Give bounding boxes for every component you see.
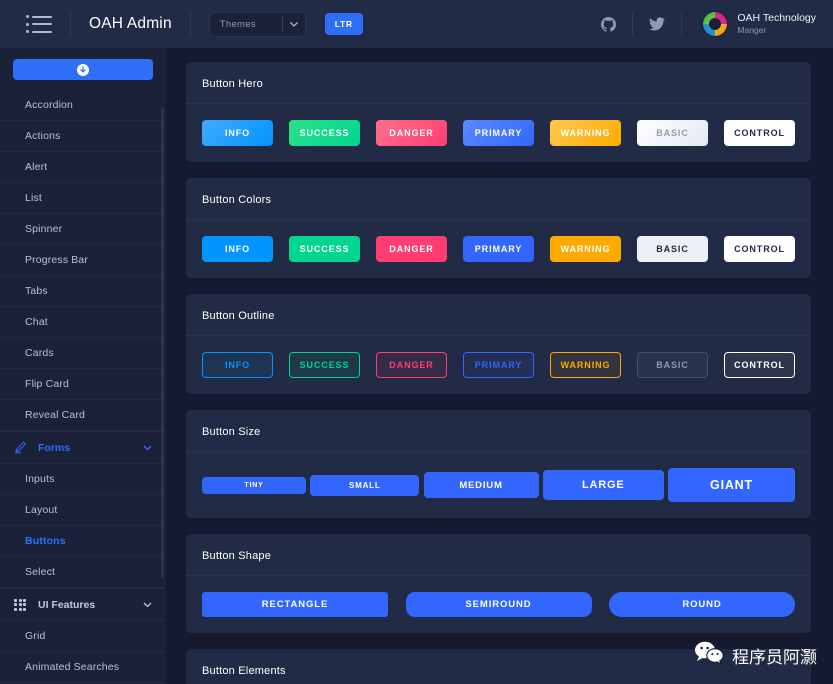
color-basic-button[interactable]: BASIC — [637, 236, 708, 262]
sidebar-item-list[interactable]: List — [0, 183, 166, 214]
color-info-button[interactable]: INFO — [202, 236, 273, 262]
sidebar-group-ui-features[interactable]: UI Features — [0, 588, 166, 621]
card-button-colors: Button Colors INFO SUCCESS DANGER PRIMAR… — [186, 178, 811, 278]
sidebar-item-alert[interactable]: Alert — [0, 152, 166, 183]
size-giant-button[interactable]: GIANT — [668, 468, 795, 502]
outline-control-button[interactable]: CONTROL — [724, 352, 795, 378]
sidebar: Accordion Actions Alert List Spinner Pro… — [0, 48, 166, 684]
avatar[interactable] — [702, 11, 729, 37]
hero-control-button[interactable]: CONTROL — [724, 120, 795, 146]
size-tiny-button[interactable]: TINY — [202, 476, 306, 494]
sidebar-group-label: UI Features — [38, 598, 96, 611]
sidebar-item-flip-card[interactable]: Flip Card — [0, 369, 166, 400]
download-button[interactable] — [13, 59, 153, 80]
hero-success-button[interactable]: SUCCESS — [289, 120, 360, 146]
sidebar-menu: Accordion Actions Alert List Spinner Pro… — [0, 90, 166, 683]
size-small-button[interactable]: SMALL — [310, 474, 420, 496]
sidebar-item-tabs[interactable]: Tabs — [0, 276, 166, 307]
card-body: INFO SUCCESS DANGER PRIMARY WARNING BASI… — [186, 220, 811, 278]
user-name: OAH Technology — [737, 12, 816, 25]
card-title: Button Shape — [186, 534, 811, 576]
outline-danger-button[interactable]: DANGER — [376, 352, 447, 378]
outline-info-button[interactable]: INFO — [202, 352, 273, 378]
download-arrow-icon — [77, 63, 89, 76]
pencil-icon — [14, 441, 34, 454]
card-button-outline: Button Outline INFO SUCCESS DANGER PRIMA… — [186, 294, 811, 394]
sidebar-item-spinner[interactable]: Spinner — [0, 214, 166, 245]
user-info[interactable]: OAH Technology Manger — [737, 12, 816, 35]
color-danger-button[interactable]: DANGER — [376, 236, 447, 262]
outline-warning-button[interactable]: WARNING — [550, 352, 621, 378]
card-body: INFO SUCCESS DANGER PRIMARY WARNING BASI… — [186, 336, 811, 394]
sidebar-scrollbar[interactable] — [161, 108, 164, 578]
card-title: Button Elements — [186, 649, 811, 684]
user-role: Manger — [737, 25, 767, 36]
sidebar-item-inputs[interactable]: Inputs — [0, 464, 166, 495]
size-medium-button[interactable]: MEDIUM — [423, 472, 539, 498]
size-large-button[interactable]: LARGE — [542, 470, 664, 500]
shape-rectangle-button[interactable]: RECTANGLE — [202, 592, 388, 617]
header-left: OAH Admin Themes LTR — [0, 0, 363, 48]
card-button-elements: Button Elements — [186, 649, 811, 684]
shape-semiround-button[interactable]: SEMIROUND — [405, 592, 592, 617]
hamburger-icon[interactable] — [26, 15, 52, 33]
outline-success-button[interactable]: SUCCESS — [289, 352, 360, 378]
hero-info-button[interactable]: INFO — [202, 120, 273, 146]
dots-grid-icon — [14, 598, 34, 611]
sidebar-item-accordion[interactable]: Accordion — [0, 90, 166, 121]
color-warning-button[interactable]: WARNING — [550, 236, 621, 262]
sidebar-group-forms[interactable]: Forms — [0, 431, 166, 464]
header-right: OAH Technology Manger — [593, 0, 833, 48]
main-content: Button Hero INFO SUCCESS DANGER PRIMARY … — [166, 48, 833, 684]
twitter-icon[interactable] — [642, 17, 672, 31]
card-body: RECTANGLE SEMIROUND ROUND — [186, 576, 811, 633]
chevron-down-icon — [143, 443, 152, 453]
shape-round-button[interactable]: ROUND — [609, 592, 795, 617]
chevron-down-icon — [283, 20, 305, 29]
card-body: INFO SUCCESS DANGER PRIMARY WARNING BASI… — [186, 104, 811, 162]
sidebar-item-animated-searches[interactable]: Animated Searches — [0, 652, 166, 683]
hero-warning-button[interactable]: WARNING — [550, 120, 621, 146]
card-button-hero: Button Hero INFO SUCCESS DANGER PRIMARY … — [186, 62, 811, 162]
sidebar-item-chat[interactable]: Chat — [0, 307, 166, 338]
color-primary-button[interactable]: PRIMARY — [463, 236, 534, 262]
direction-toggle-button[interactable]: LTR — [324, 13, 363, 35]
header-divider — [632, 13, 634, 35]
outline-primary-button[interactable]: PRIMARY — [463, 352, 534, 378]
card-title: Button Hero — [186, 62, 811, 104]
themes-select-value: Themes — [219, 18, 256, 30]
header-divider — [681, 13, 683, 35]
header-divider — [189, 11, 191, 37]
app-header: OAH Admin Themes LTR OAH Technology Mang… — [0, 0, 833, 48]
outline-basic-button[interactable]: BASIC — [637, 352, 708, 378]
sidebar-item-select[interactable]: Select — [0, 557, 166, 588]
card-title: Button Size — [186, 410, 811, 452]
sidebar-item-layout[interactable]: Layout — [0, 495, 166, 526]
hero-basic-button[interactable]: BASIC — [637, 120, 708, 146]
card-button-shape: Button Shape RECTANGLE SEMIROUND ROUND — [186, 534, 811, 633]
sidebar-item-buttons[interactable]: Buttons — [0, 526, 166, 557]
card-title: Button Colors — [186, 178, 811, 220]
card-button-size: Button Size TINY SMALL MEDIUM LARGE GIAN… — [186, 410, 811, 518]
brand-title[interactable]: OAH Admin — [71, 15, 190, 33]
color-success-button[interactable]: SUCCESS — [289, 236, 360, 262]
themes-select[interactable]: Themes — [208, 11, 306, 37]
sidebar-item-reveal-card[interactable]: Reveal Card — [0, 400, 166, 431]
sidebar-item-cards[interactable]: Cards — [0, 338, 166, 369]
card-body: TINY SMALL MEDIUM LARGE GIANT — [186, 452, 811, 518]
sidebar-item-grid[interactable]: Grid — [0, 621, 166, 652]
chevron-down-icon — [143, 600, 152, 610]
hero-primary-button[interactable]: PRIMARY — [463, 120, 534, 146]
sidebar-group-label: Forms — [38, 441, 71, 454]
card-title: Button Outline — [186, 294, 811, 336]
sidebar-item-progress-bar[interactable]: Progress Bar — [0, 245, 166, 276]
sidebar-item-actions[interactable]: Actions — [0, 121, 166, 152]
color-control-button[interactable]: CONTROL — [724, 236, 795, 262]
hero-danger-button[interactable]: DANGER — [376, 120, 447, 146]
github-icon[interactable] — [593, 16, 623, 32]
